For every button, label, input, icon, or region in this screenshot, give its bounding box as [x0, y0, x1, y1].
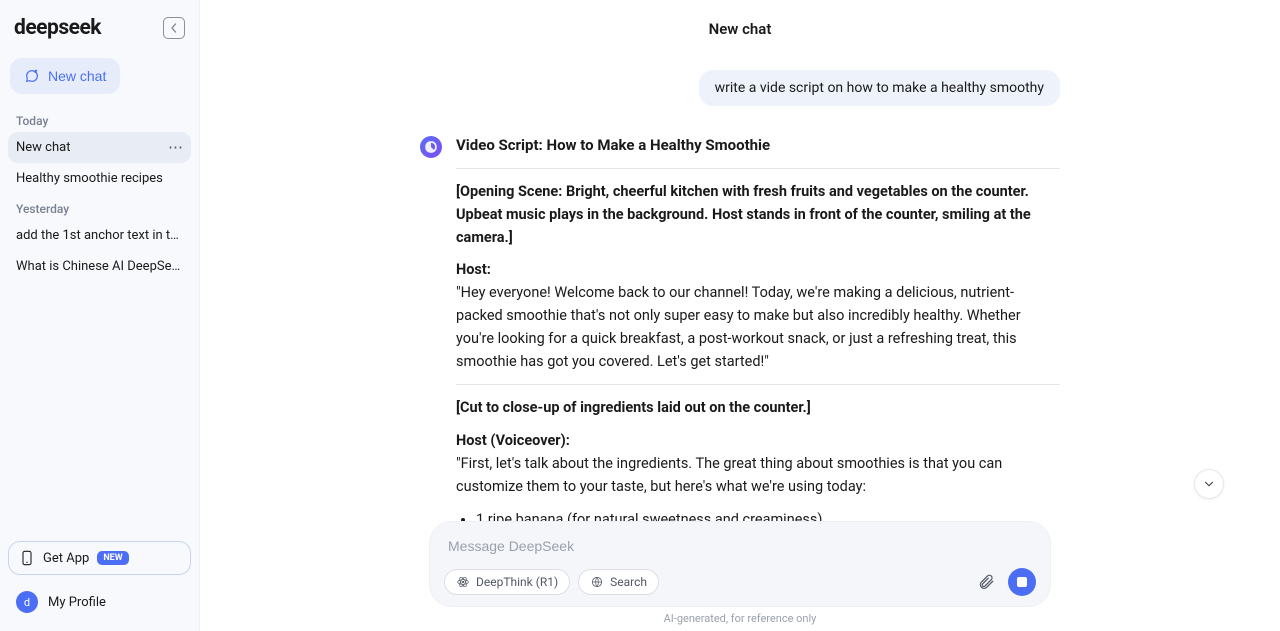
history-item-title: What is Chinese AI DeepSeek? De	[16, 259, 183, 274]
message-input[interactable]	[444, 538, 1036, 568]
main: New chat write a vide script on how to m…	[200, 0, 1280, 631]
history-group-label: Today	[8, 106, 191, 132]
collapse-sidebar-button[interactable]	[163, 17, 185, 39]
sidebar: deepseek New chat Today New chat ⋯ Healt…	[0, 0, 200, 631]
get-app-label: Get App	[43, 551, 89, 566]
scene-direction: [Opening Scene: Bright, cheerful kitchen…	[456, 183, 1031, 246]
input-box: DeepThink (R1) Search	[430, 522, 1050, 606]
history-item-anchor-text[interactable]: add the 1st anchor text in the 1	[8, 220, 191, 251]
user-bubble: write a vide script on how to make a hea…	[699, 70, 1060, 106]
page-title: New chat	[200, 0, 1280, 58]
speaker-label: Host (Voiceover):	[456, 432, 570, 449]
get-app-button[interactable]: Get App NEW	[8, 541, 191, 575]
globe-icon	[590, 575, 604, 589]
history-item-title: add the 1st anchor text in the 1	[16, 228, 183, 243]
new-badge: NEW	[97, 551, 128, 565]
history-item-title: New chat	[16, 140, 70, 155]
more-icon[interactable]: ⋯	[168, 140, 183, 155]
search-label: Search	[610, 575, 647, 589]
new-chat-icon	[24, 68, 40, 84]
scroll-to-bottom-button[interactable]	[1194, 469, 1224, 499]
history-item-new-chat[interactable]: New chat ⋯	[8, 132, 191, 163]
disclaimer: AI-generated, for reference only	[664, 612, 817, 625]
attach-button[interactable]	[972, 568, 1000, 596]
phone-icon	[19, 550, 35, 566]
stop-icon	[1017, 577, 1027, 587]
paperclip-icon	[977, 573, 995, 591]
scene-direction: [Cut to close-up of ingredients laid out…	[456, 399, 811, 416]
chevron-left-icon	[169, 23, 179, 33]
history-item-title: Healthy smoothie recipes	[16, 171, 163, 186]
logo: deepseek	[14, 16, 101, 40]
ai-content: Video Script: How to Make a Healthy Smoo…	[456, 134, 1060, 566]
user-message: write a vide script on how to make a hea…	[420, 70, 1060, 106]
new-chat-button[interactable]: New chat	[10, 58, 120, 94]
atom-icon	[456, 575, 470, 589]
ai-avatar-icon	[420, 136, 442, 158]
stop-button[interactable]	[1008, 568, 1036, 596]
profile-label: My Profile	[48, 595, 106, 610]
dialogue-line: "First, let's talk about the ingredients…	[456, 455, 1002, 495]
search-toggle[interactable]: Search	[578, 569, 659, 595]
deepthink-label: DeepThink (R1)	[476, 575, 558, 589]
new-chat-label: New chat	[48, 68, 106, 84]
avatar: d	[16, 591, 38, 613]
ai-message: Video Script: How to Make a Healthy Smoo…	[420, 134, 1060, 566]
history-item-healthy-smoothie[interactable]: Healthy smoothie recipes	[8, 163, 191, 194]
history-group-label: Yesterday	[8, 194, 191, 220]
history-item-deepseek[interactable]: What is Chinese AI DeepSeek? De	[8, 251, 191, 282]
input-bar: DeepThink (R1) Search AI-generated, for	[200, 522, 1280, 625]
profile-button[interactable]: d My Profile	[8, 585, 191, 619]
deepthink-toggle[interactable]: DeepThink (R1)	[444, 569, 570, 595]
chevron-down-icon	[1202, 477, 1216, 491]
dialogue-line: "Hey everyone! Welcome back to our chann…	[456, 284, 1021, 370]
speaker-label: Host:	[456, 261, 491, 278]
response-title: Video Script: How to Make a Healthy Smoo…	[456, 134, 1060, 158]
